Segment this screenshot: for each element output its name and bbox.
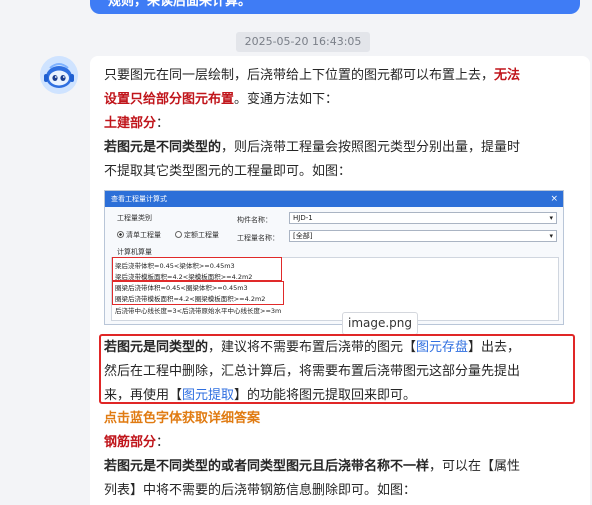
callout-line-2: 然后在工程中删除，汇总计算后，将需要布置后浇带图元这部分量先提出 bbox=[104, 364, 521, 379]
message-timestamp: 2025-05-20 16:43:05 bbox=[236, 32, 370, 52]
radio-icon bbox=[175, 231, 182, 238]
dialog-title: 查看工程量计算式 bbox=[105, 191, 563, 207]
radio-icon bbox=[117, 231, 124, 238]
civil-heading-label: 土建部分 bbox=[104, 116, 157, 131]
blue-text-prompt[interactable]: 点击蓝色字体获取详细答案 bbox=[104, 407, 579, 431]
callout-text: ，建议将不需要布置后浇带的图元【 bbox=[208, 340, 417, 355]
intro-text: 只要图元在同一层绘制，后浇带给上下位置的图元都可以布置上去， bbox=[104, 68, 495, 83]
dialog-radio-list: 清单工程量 bbox=[117, 230, 161, 240]
civil-heading-colon: ： bbox=[156, 116, 170, 131]
callout-paragraph: 若图元是同类型的，建议将不需要布置后浇带的图元【图元存盘】出去， 然后在工程中删… bbox=[104, 336, 579, 408]
callout-line-3: 来，再使用【 bbox=[104, 388, 183, 403]
user-message-bubble: 规则，来读后面来计算。 bbox=[90, 0, 580, 14]
callout-text-end: 】出去， bbox=[468, 340, 521, 355]
highlight-box-ring-beam bbox=[112, 281, 284, 305]
rebar-lead: 若图元是不同类型的或者同类型图元且后浇带名称不一样 bbox=[104, 459, 430, 474]
dialog-radio-quota: 定额工程量 bbox=[175, 230, 219, 240]
dialog-quantity-name-select: [全部] ▾ bbox=[289, 230, 557, 242]
robot-avatar-icon bbox=[40, 56, 78, 94]
save-elements-link[interactable]: 图元存盘 bbox=[416, 340, 468, 355]
highlight-box-beam bbox=[112, 257, 282, 281]
chevron-down-icon: ▾ bbox=[549, 214, 553, 222]
chevron-down-icon: ▾ bbox=[549, 232, 553, 240]
callout-lead: 若图元是同类型的 bbox=[104, 340, 209, 355]
civil-lead-rest: ，则后浇带工程量会按照图元类型分别出量，提量时 bbox=[221, 140, 521, 155]
rebar-line-2: 列表】中将不需要的后浇带钢筋信息删除即可。如图： bbox=[104, 483, 417, 498]
intro-warning-text-2: 设置只给部分图元布置 bbox=[104, 92, 235, 107]
embedded-screenshot-quantity-dialog[interactable]: 查看工程量计算式 × 工程量类别 清单工程量 定额工程量 构件名称： HJD-1… bbox=[104, 190, 564, 325]
dialog-category-label: 工程量类别 bbox=[117, 214, 152, 222]
intro-warning-text: 无法 bbox=[494, 68, 521, 83]
rebar-lead-rest: ，可以在【属性 bbox=[429, 459, 521, 474]
callout-line-3-end: 】的功能将图元提取回来即可。 bbox=[234, 388, 417, 403]
rebar-heading-colon: ： bbox=[156, 435, 170, 450]
dialog-calc-label: 计算机算量 bbox=[117, 248, 152, 256]
rebar-heading-label: 钢筋部分 bbox=[104, 435, 157, 450]
intro-paragraph: 只要图元在同一层绘制，后浇带给上下位置的图元都可以布置上去，无法 设置只给部分图… bbox=[104, 64, 579, 112]
rebar-paragraph: 若图元是不同类型的或者同类型图元且后浇带名称不一样，可以在【属性 列表】中将不需… bbox=[104, 455, 579, 503]
civil-paragraph: 若图元是不同类型的，则后浇带工程量会按照图元类型分别出量，提量时 不提取其它类型… bbox=[104, 136, 579, 184]
extract-elements-link[interactable]: 图元提取 bbox=[182, 388, 234, 403]
civil-line-2: 不提取其它类型图元的工程量即可。如图： bbox=[104, 164, 352, 179]
dialog-component-name-select: HJD-1 ▾ bbox=[289, 212, 557, 224]
image-filename-tooltip: image.png bbox=[342, 312, 418, 335]
dialog-quantity-name-label: 工程量名称： bbox=[237, 234, 279, 242]
result-line: 后浇带中心线长度=3<后浇带原始水平中心线长度>=3m bbox=[115, 307, 282, 315]
intro-text-2: 。变通方法如下： bbox=[234, 92, 339, 107]
dialog-component-name-label: 构件名称： bbox=[237, 216, 272, 224]
civil-lead: 若图元是不同类型的 bbox=[104, 140, 222, 155]
rebar-heading: 钢筋部分： bbox=[104, 431, 579, 455]
user-message-text: 规则，来读后面来计算。 bbox=[108, 0, 252, 9]
civil-heading: 土建部分： bbox=[104, 112, 579, 136]
close-icon: × bbox=[550, 194, 558, 204]
